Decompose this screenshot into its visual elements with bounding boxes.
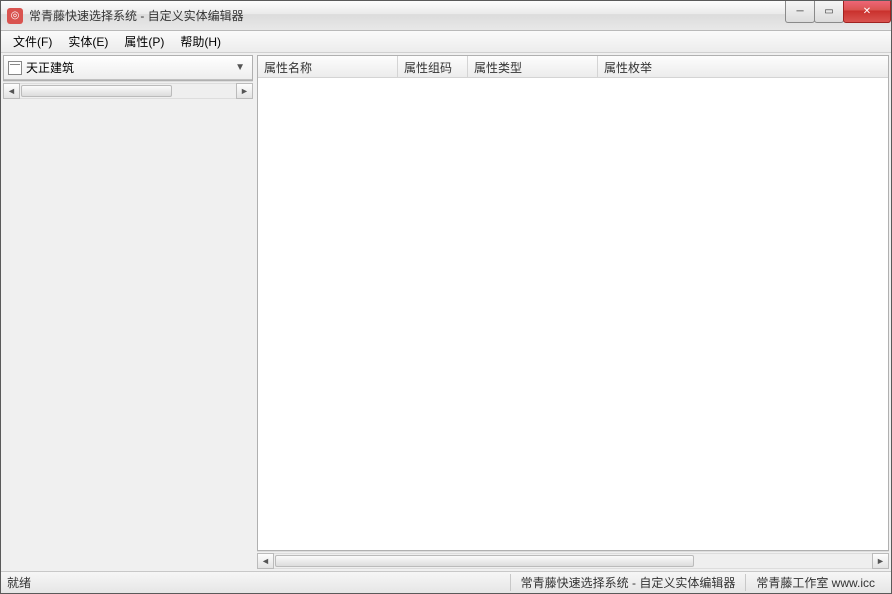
left-horizontal-scrollbar[interactable]: ◄ ► xyxy=(3,81,253,99)
menubar: 文件(F) 实体(E) 属性(P) 帮助(H) xyxy=(1,31,891,53)
column-type[interactable]: 属性类型 xyxy=(468,56,598,77)
chevron-down-icon: ▼ xyxy=(232,62,248,73)
menu-entity[interactable]: 实体(E) xyxy=(60,31,116,52)
menu-property[interactable]: 属性(P) xyxy=(116,31,172,52)
window-controls: ─ ▭ ✕ xyxy=(786,1,891,23)
scroll-left-icon[interactable]: ◄ xyxy=(257,553,274,569)
grid-header: 属性名称 属性组码 属性类型 属性枚举 xyxy=(258,56,888,78)
app-window: 常青藤快速选择系统 - 自定义实体编辑器 ─ ▭ ✕ 文件(F) 实体(E) 属… xyxy=(0,0,892,594)
statusbar: 就绪 常青藤快速选择系统 - 自定义实体编辑器 常青藤工作室 www.icc xyxy=(1,571,891,593)
scroll-track[interactable] xyxy=(20,83,236,99)
left-pane: 天正建筑 ▼ − 实体列表 天正标高（TCH_ELEVATION）天正文字（TC… xyxy=(3,55,253,81)
content-area: 天正建筑 ▼ − 实体列表 天正标高（TCH_ELEVATION）天正文字（TC… xyxy=(1,53,891,571)
column-group[interactable]: 属性组码 xyxy=(398,56,468,77)
window-title: 常青藤快速选择系统 - 自定义实体编辑器 xyxy=(29,7,244,24)
grid-body[interactable] xyxy=(258,78,888,550)
right-horizontal-scrollbar[interactable]: ◄ ► xyxy=(257,551,889,569)
combo-icon xyxy=(8,61,22,75)
maximize-button[interactable]: ▭ xyxy=(814,1,844,23)
menu-file[interactable]: 文件(F) xyxy=(5,31,60,52)
scroll-thumb[interactable] xyxy=(21,85,172,97)
scroll-left-icon[interactable]: ◄ xyxy=(3,83,20,99)
scroll-right-icon[interactable]: ► xyxy=(872,553,889,569)
app-icon xyxy=(7,8,23,24)
minimize-button[interactable]: ─ xyxy=(785,1,815,23)
right-column: 属性名称 属性组码 属性类型 属性枚举 ◄ ► xyxy=(257,55,889,569)
scroll-thumb[interactable] xyxy=(275,555,694,567)
scroll-track[interactable] xyxy=(274,553,872,569)
scroll-right-icon[interactable]: ► xyxy=(236,83,253,99)
right-pane: 属性名称 属性组码 属性类型 属性枚举 xyxy=(257,55,889,551)
category-combobox[interactable]: 天正建筑 ▼ xyxy=(4,56,252,80)
combo-selected-text: 天正建筑 xyxy=(26,59,232,76)
status-ready: 就绪 xyxy=(7,574,31,591)
left-column: 天正建筑 ▼ − 实体列表 天正标高（TCH_ELEVATION）天正文字（TC… xyxy=(3,55,253,569)
close-button[interactable]: ✕ xyxy=(843,1,891,23)
column-enum[interactable]: 属性枚举 xyxy=(598,56,888,77)
titlebar: 常青藤快速选择系统 - 自定义实体编辑器 ─ ▭ ✕ xyxy=(1,1,891,31)
status-center: 常青藤快速选择系统 - 自定义实体编辑器 xyxy=(510,574,746,591)
column-name[interactable]: 属性名称 xyxy=(258,56,398,77)
status-right: 常青藤工作室 www.icc xyxy=(745,574,885,591)
menu-help[interactable]: 帮助(H) xyxy=(172,31,229,52)
